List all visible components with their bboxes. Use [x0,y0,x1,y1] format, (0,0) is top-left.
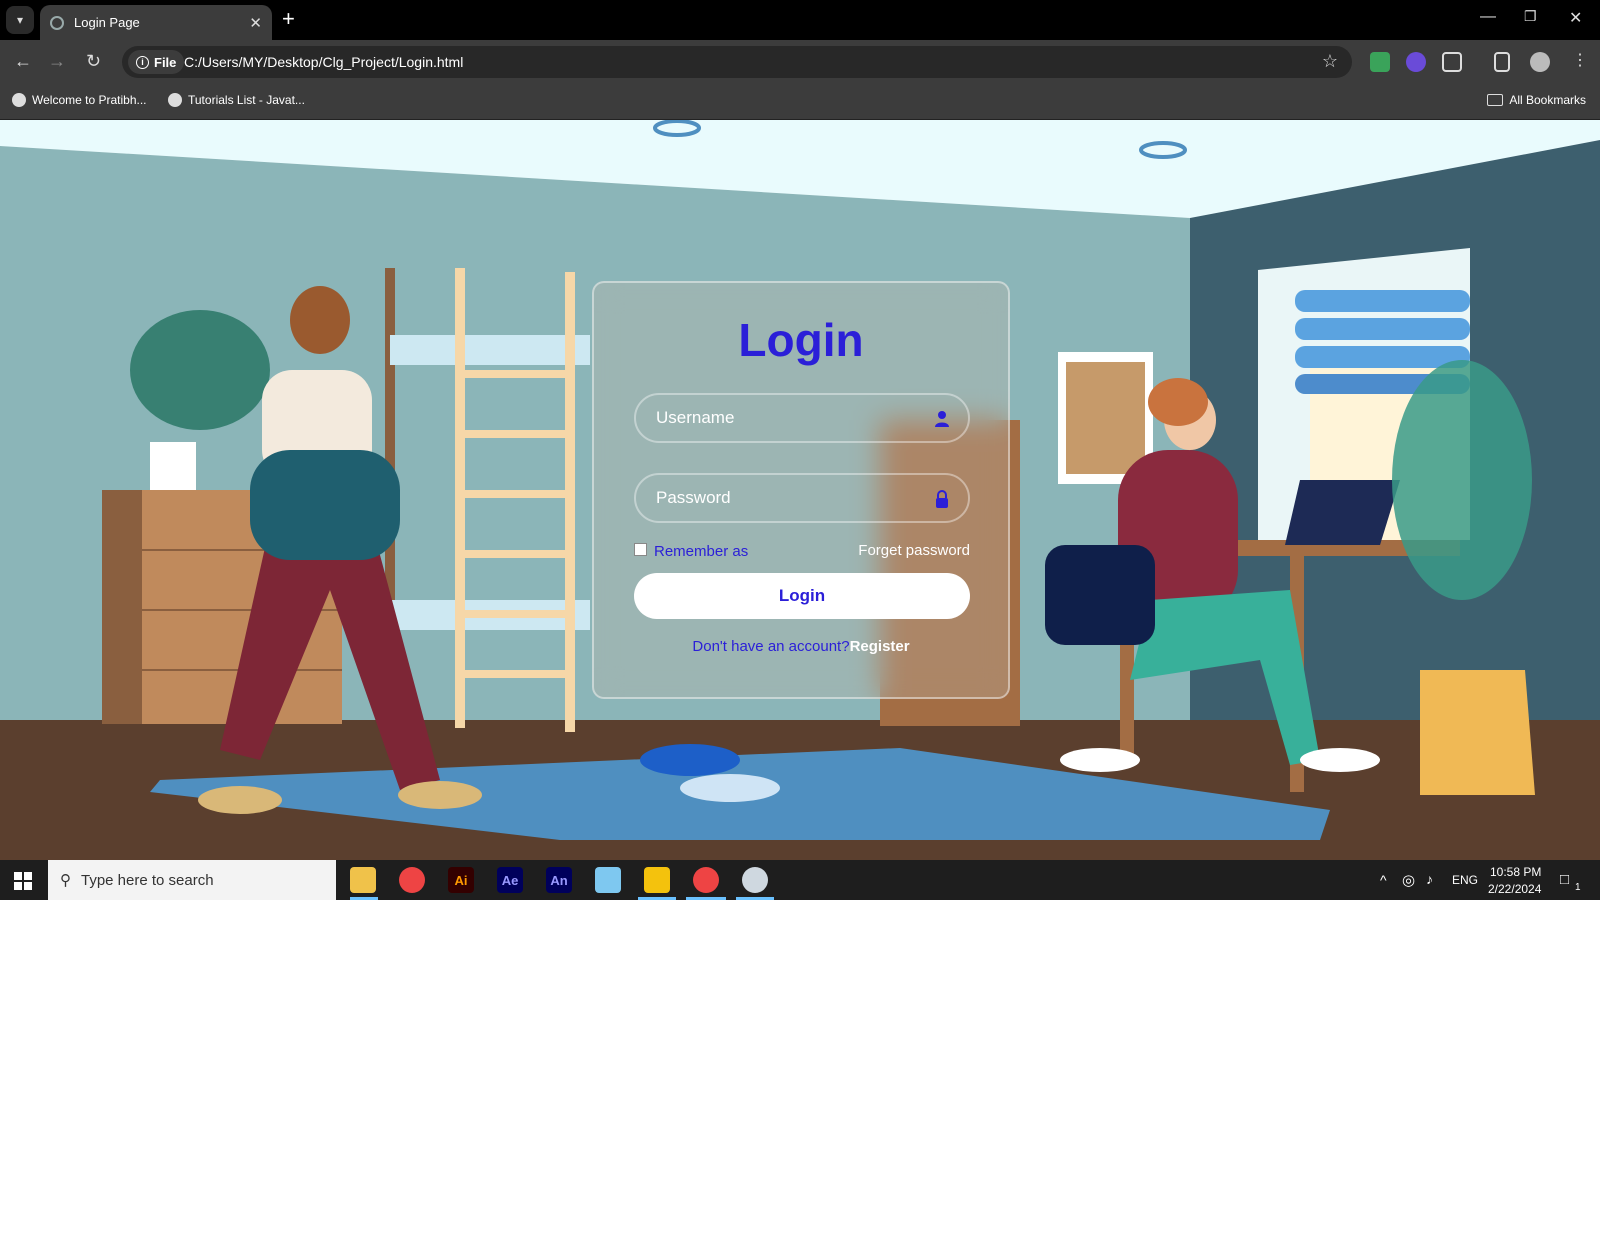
lock-icon [936,490,948,508]
bookmarks-bar: Welcome to Pratibh... Tutorials List - J… [0,84,1600,120]
browser-toolbar: ← → ↻ i File C:/Users/MY/Desktop/Clg_Pro… [0,40,1600,84]
remember-label[interactable]: Remember as [654,543,748,560]
globe-icon [168,93,182,107]
volume-icon[interactable]: ♪ [1426,871,1433,887]
username-field[interactable] [634,393,970,443]
windows-start-icon[interactable] [14,872,32,890]
chevron-down-icon: ▾ [16,13,24,27]
all-bookmarks-button[interactable]: All Bookmarks [1487,93,1586,107]
clock-date[interactable]: 2/22/2024 [1488,882,1541,896]
tab-bar: ▾ Login Page ✕ + — ❐ ✕ [0,0,1600,40]
menu-kebab-icon[interactable]: ⋮ [1572,50,1588,72]
active-indicator [638,897,676,900]
login-title: Login [738,314,864,366]
language-indicator[interactable]: ENG [1452,873,1478,887]
active-indicator [350,897,378,900]
reload-icon[interactable]: ↻ [86,50,101,72]
profile-avatar[interactable] [1530,52,1550,72]
screen: ▾ Login Page ✕ + — ❐ ✕ ← → ↻ i File C:/U… [0,0,1600,900]
password-field[interactable] [634,473,970,523]
remember-checkbox[interactable] [634,543,647,556]
windows-taskbar: ⚲ Type here to search Ai Ae An ^ ◎ ♪ ENG… [0,860,1600,900]
extension-drop-icon[interactable] [1406,52,1426,72]
info-icon: i [136,55,149,69]
notification-icon[interactable]: □ [1560,871,1569,888]
page-viewport: Login Remember as Forget password [0,120,1600,860]
notification-count: 1 [1575,882,1581,893]
active-indicator [686,897,726,900]
login-button[interactable]: Login [634,573,970,619]
side-panel-icon[interactable] [1494,52,1510,72]
url-text[interactable]: C:/Users/MY/Desktop/Clg_Project/Login.ht… [184,54,463,70]
bookmark-label: Welcome to Pratibh... [32,93,147,107]
after-effects-icon[interactable]: Ae [497,867,523,893]
bookmark-label: Tutorials List - Javat... [188,93,305,107]
forward-icon[interactable]: → [48,50,66,72]
address-bar[interactable]: i File C:/Users/MY/Desktop/Clg_Project/L… [122,46,1352,78]
file-explorer-icon[interactable] [350,867,376,893]
login-card: Login Remember as Forget password [592,281,1010,699]
bookmark-star-icon[interactable]: ☆ [1322,51,1338,72]
minimize-icon[interactable]: — [1480,8,1496,26]
active-indicator [736,897,774,900]
extensions-puzzle-icon[interactable] [1442,52,1462,72]
chrome-active-icon[interactable] [693,867,719,893]
all-bookmarks-label: All Bookmarks [1509,93,1586,107]
tab-search-button[interactable]: ▾ [6,6,34,34]
back-icon[interactable]: ← [14,50,32,72]
chevron-up-icon[interactable]: ^ [1380,872,1387,888]
site-info-chip[interactable]: i File [128,50,185,74]
register-prompt: Don't have an account?Register [594,638,1008,655]
options-row: Remember as Forget password [634,541,970,561]
register-link[interactable]: Register [850,638,910,655]
close-tab-icon[interactable]: ✕ [249,14,262,32]
globe-icon [50,15,64,30]
folder-icon [1487,94,1504,106]
taskbar-search-box[interactable]: ⚲ Type here to search [48,860,336,900]
yellow-app-icon[interactable] [644,867,670,893]
restore-icon[interactable]: ❐ [1524,8,1537,25]
chrome-icon[interactable] [399,867,425,893]
search-icon: ⚲ [60,872,71,889]
forgot-password-link[interactable]: Forget password [858,542,970,559]
clock-time[interactable]: 10:58 PM [1490,865,1541,879]
bookmark-pratibha[interactable]: Welcome to Pratibh... [12,93,147,107]
paint-icon[interactable] [742,867,768,893]
password-input[interactable] [636,475,968,521]
close-window-icon[interactable]: ✕ [1569,8,1582,28]
chip-label: File [154,54,177,70]
globe-icon [12,93,26,107]
search-placeholder: Type here to search [81,871,214,889]
username-input[interactable] [636,395,968,441]
new-tab-icon[interactable]: + [282,8,295,30]
network-globe-icon[interactable]: ◎ [1402,871,1415,889]
no-account-text: Don't have an account? [692,638,850,655]
bookmark-tutorials[interactable]: Tutorials List - Javat... [168,93,305,107]
extension-green-icon[interactable] [1370,52,1390,72]
snip-tool-icon[interactable] [595,867,621,893]
animate-icon[interactable]: An [546,867,572,893]
tab-login-page[interactable]: Login Page ✕ [40,5,272,40]
tab-title: Login Page [74,15,140,30]
illustrator-icon[interactable]: Ai [448,867,474,893]
user-icon [935,411,949,427]
